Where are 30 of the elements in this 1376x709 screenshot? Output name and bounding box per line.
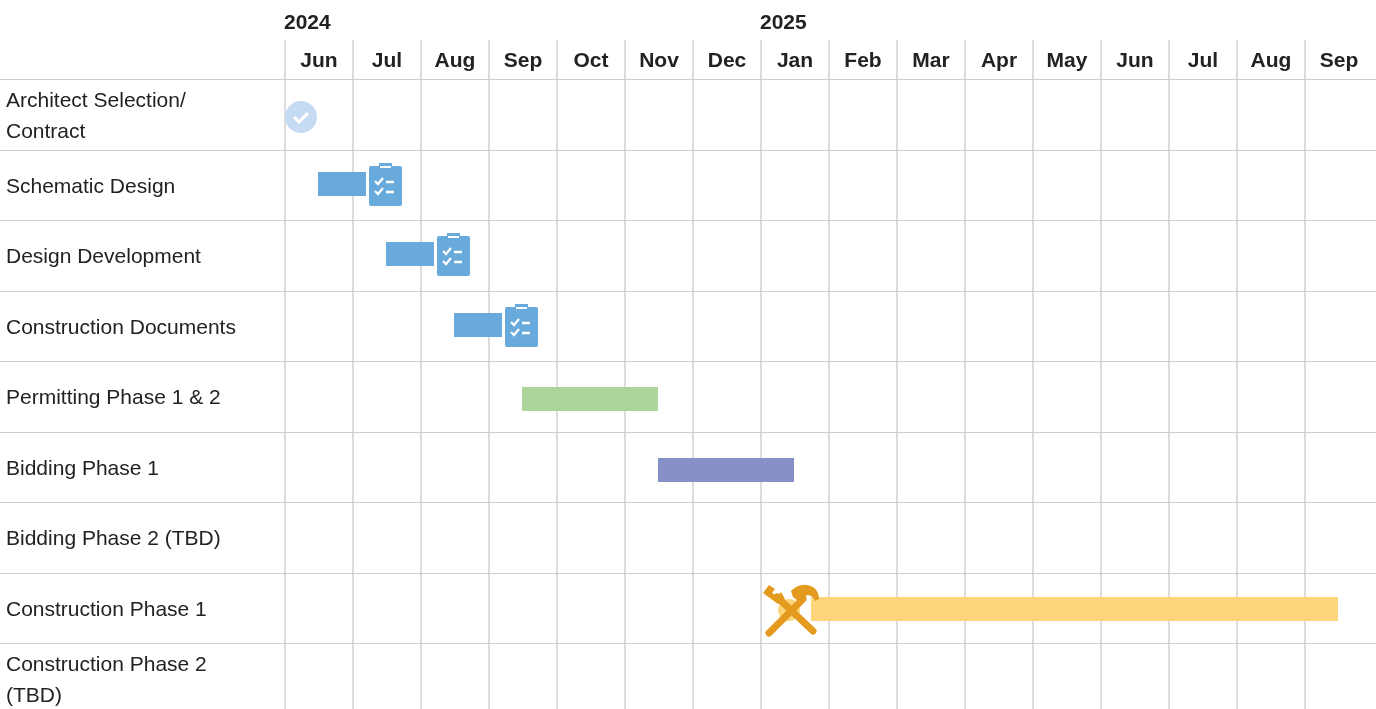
month-label: Mar xyxy=(912,46,950,73)
month-label: Jun xyxy=(300,46,338,73)
month-label: Feb xyxy=(844,46,882,73)
year-label: 2024 xyxy=(284,9,331,35)
month-label: Apr xyxy=(980,46,1018,73)
task-name: Construction Documents xyxy=(6,313,236,340)
month-label: May xyxy=(1046,46,1088,73)
month-label: Aug xyxy=(1250,46,1292,73)
clipboard-checklist-icon xyxy=(504,301,538,347)
month-label: Sep xyxy=(503,46,543,73)
clipboard-checklist-icon xyxy=(436,231,470,276)
month-label: Sep xyxy=(1319,46,1359,73)
task-name: Bidding Phase 1 xyxy=(6,454,159,481)
task-name: Permitting Phase 1 & 2 xyxy=(6,384,221,411)
task-name: Construction Phase 2 (TBD) xyxy=(6,650,208,708)
task-name: Construction Phase 1 xyxy=(6,595,207,622)
month-label: Jan xyxy=(776,46,814,73)
task-name: Schematic Design xyxy=(6,172,176,199)
clipboard-checklist-icon xyxy=(368,160,402,206)
month-label: Jul xyxy=(371,46,403,73)
month-label: Nov xyxy=(639,46,679,73)
year-label: 2025 xyxy=(760,9,807,35)
task-name: Design Development xyxy=(6,243,201,270)
month-label: Dec xyxy=(707,46,747,73)
task-name: Architect Selection/ Contract xyxy=(6,86,187,144)
month-label: Aug xyxy=(434,46,476,73)
month-label: Jul xyxy=(1187,46,1219,73)
month-label: Jun xyxy=(1116,46,1154,73)
month-label: Oct xyxy=(573,46,609,73)
task-name: Bidding Phase 2 (TBD) xyxy=(6,525,221,552)
